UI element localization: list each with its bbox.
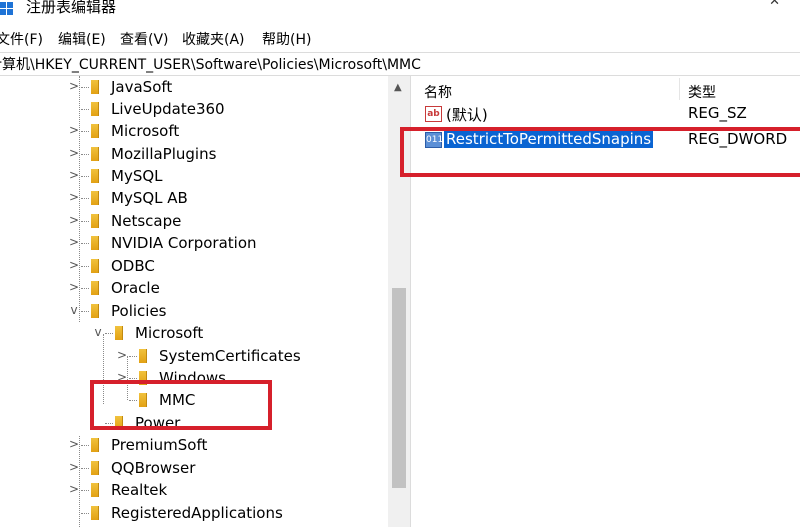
- folder-icon: [91, 80, 99, 94]
- folder-icon: [91, 191, 99, 205]
- value-type: REG_SZ: [688, 104, 747, 122]
- chevron-right-icon[interactable]: >: [68, 168, 80, 182]
- folder-icon: [91, 259, 99, 273]
- address-path[interactable]: 计算机\HKEY_CURRENT_USER\Software\Policies\…: [0, 54, 421, 74]
- tree-node-label: NVIDIA Corporation: [111, 234, 257, 252]
- menu-view[interactable]: 查看(V): [120, 29, 169, 49]
- tree-connector: [81, 288, 89, 289]
- menu-help[interactable]: 帮助(H): [262, 29, 311, 49]
- folder-icon: [91, 438, 99, 452]
- folder-icon: [91, 169, 99, 183]
- tree-connector: [81, 131, 89, 132]
- tree-connector: [81, 154, 89, 155]
- folder-icon: [91, 461, 99, 475]
- folder-icon: [91, 506, 99, 520]
- chevron-right-icon[interactable]: >: [68, 235, 80, 249]
- scroll-up-arrow-icon[interactable]: ▲: [394, 82, 402, 93]
- window-close-icon[interactable]: ✕: [769, 0, 780, 9]
- chevron-right-icon[interactable]: >: [68, 258, 80, 272]
- tree-connector: [81, 243, 89, 244]
- column-header-name[interactable]: 名称: [424, 82, 452, 102]
- tree-connector: [81, 468, 89, 469]
- folder-icon: [91, 483, 99, 497]
- tree-connector: [81, 176, 89, 177]
- tree-node-label: Oracle: [111, 279, 160, 297]
- tree-node-label: Policies: [111, 302, 167, 320]
- tree-node-label: MySQL AB: [111, 189, 188, 207]
- folder-icon: [91, 236, 99, 250]
- scrollbar-thumb[interactable]: [392, 288, 406, 488]
- tree-node-label: Realtek: [111, 481, 168, 499]
- tree-node-label: MySQL: [111, 167, 163, 185]
- tree-connector: [129, 356, 137, 357]
- chevron-right-icon[interactable]: >: [116, 348, 128, 362]
- menu-file[interactable]: 文件(F): [0, 29, 43, 49]
- tree-connector: [81, 221, 89, 222]
- tree-connector: [81, 513, 89, 514]
- tree-connector: [81, 311, 89, 312]
- menu-favorites[interactable]: 收藏夹(A): [182, 29, 245, 49]
- tree-connector: [81, 109, 89, 110]
- title-bar: 注册表编辑器 ✕: [0, 0, 800, 22]
- menu-edit[interactable]: 编辑(E): [58, 29, 106, 49]
- chevron-down-icon[interactable]: v: [92, 325, 104, 339]
- chevron-right-icon[interactable]: >: [68, 280, 80, 294]
- tree-node-label: SystemCertificates: [159, 347, 301, 365]
- tree-node-label: JavaSoft: [111, 78, 173, 96]
- tree-node-label: LiveUpdate360: [111, 100, 225, 118]
- chevron-down-icon[interactable]: v: [68, 303, 80, 317]
- chevron-right-icon[interactable]: >: [68, 482, 80, 496]
- folder-icon: [91, 304, 99, 318]
- chevron-right-icon[interactable]: >: [68, 437, 80, 451]
- folder-icon: [115, 326, 123, 340]
- value-name: (默认): [446, 106, 488, 124]
- chevron-right-icon[interactable]: >: [68, 190, 80, 204]
- value-row-default[interactable]: ab (默认) REG_SZ: [416, 103, 800, 125]
- tree-connector: [105, 333, 113, 334]
- highlight-box-mmc: [90, 380, 272, 430]
- tree-connector: [81, 445, 89, 446]
- tree-node-label: Microsoft: [135, 324, 204, 342]
- tree-node-label: Microsoft: [111, 122, 180, 140]
- tree-connector: [81, 266, 89, 267]
- column-header-type[interactable]: 类型: [688, 82, 716, 102]
- string-value-icon: ab: [425, 106, 442, 122]
- address-bar[interactable]: 计算机\HKEY_CURRENT_USER\Software\Policies\…: [0, 52, 800, 76]
- tree-node-label: RegisteredApplications: [111, 504, 283, 522]
- tree-node-label: ODBC: [111, 257, 155, 275]
- tree-connector: [129, 378, 137, 379]
- tree-node-label: QQBrowser: [111, 459, 196, 477]
- registry-app-icon: [0, 0, 13, 16]
- folder-icon: [91, 147, 99, 161]
- column-divider[interactable]: [679, 78, 680, 100]
- tree-connector: [81, 87, 89, 88]
- highlight-box-value: [400, 127, 800, 177]
- chevron-right-icon[interactable]: >: [68, 460, 80, 474]
- chevron-right-icon[interactable]: >: [68, 213, 80, 227]
- folder-icon: [91, 124, 99, 138]
- folder-icon: [91, 102, 99, 116]
- chevron-right-icon[interactable]: >: [68, 123, 80, 137]
- chevron-right-icon[interactable]: >: [68, 79, 80, 93]
- window-title: 注册表编辑器: [26, 0, 117, 16]
- folder-icon: [139, 349, 147, 363]
- folder-icon: [91, 214, 99, 228]
- chevron-right-icon[interactable]: >: [68, 146, 80, 160]
- registry-tree: > JavaSoft LiveUpdate360 > Microsoft > M…: [0, 76, 410, 527]
- menu-bar: 文件(F) 编辑(E) 查看(V) 收藏夹(A) 帮助(H): [0, 26, 800, 48]
- tree-node-label: Netscape: [111, 212, 182, 230]
- tree-node-label: MozillaPlugins: [111, 145, 217, 163]
- folder-icon: [91, 281, 99, 295]
- tree-node-label: PremiumSoft: [111, 436, 208, 454]
- tree-connector: [81, 198, 89, 199]
- tree-connector: [81, 490, 89, 491]
